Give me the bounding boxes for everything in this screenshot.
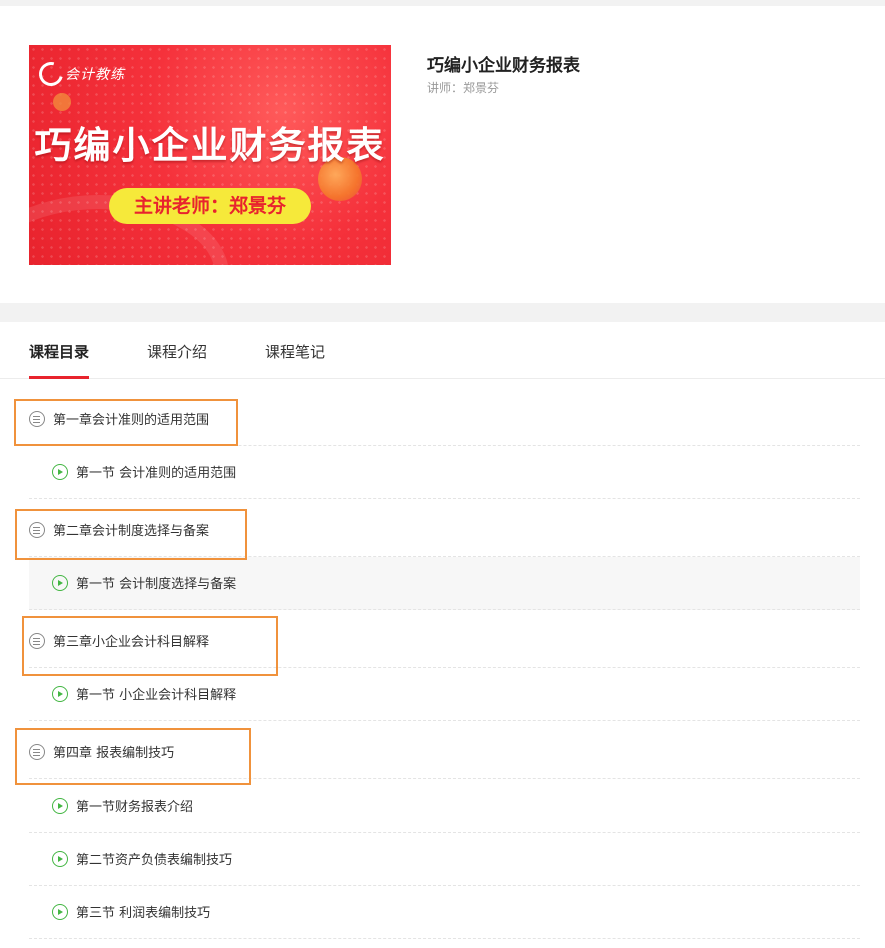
- course-tabs: 课程目录 课程介绍 课程笔记: [0, 322, 885, 379]
- tab-notes[interactable]: 课程笔记: [265, 341, 325, 362]
- play-circle-icon: [52, 798, 68, 814]
- lesson-label: 第一节 小企业会计科目解释: [76, 688, 237, 703]
- lesson-row[interactable]: 第一节 会计制度选择与备案: [29, 557, 860, 610]
- highlight-box: [14, 399, 238, 446]
- cover-title: 巧编小企业财务报表: [34, 124, 386, 167]
- lesson-label: 第一节 会计制度选择与备案: [76, 577, 237, 592]
- cover-logo-text: 会计教练: [65, 67, 125, 83]
- play-circle-icon: [52, 851, 68, 867]
- play-circle-icon: [52, 686, 68, 702]
- course-title: 巧编小企业财务报表: [427, 56, 580, 76]
- lesson-row[interactable]: 第三节 利润表编制技巧: [29, 886, 860, 939]
- course-header: 会计教练 巧编小企业财务报表 主讲老师：郑景芬 巧编小企业财务报表 讲师：郑景芬: [0, 6, 885, 303]
- course-cover-image[interactable]: 会计教练 巧编小企业财务报表 主讲老师：郑景芬: [29, 45, 391, 265]
- lesson-row[interactable]: 第二节资产负债表编制技巧: [29, 833, 860, 886]
- course-teacher: 讲师：郑景芬: [427, 81, 500, 95]
- section-divider: [0, 303, 885, 322]
- cover-teacher-pill: 主讲老师：郑景芬: [109, 188, 311, 224]
- active-tab-underline: [29, 376, 89, 379]
- lesson-label: 第一节 会计准则的适用范围: [76, 466, 237, 481]
- logo-mark-icon: [34, 57, 68, 91]
- lesson-label: 第一节财务报表介绍: [76, 800, 194, 815]
- lesson-row[interactable]: 第一节 会计准则的适用范围: [29, 446, 860, 499]
- highlight-box: [15, 728, 251, 785]
- highlight-box: [22, 616, 278, 676]
- tab-catalog[interactable]: 课程目录: [29, 341, 89, 362]
- play-circle-icon: [52, 575, 68, 591]
- lesson-label: 第二节资产负债表编制技巧: [76, 853, 233, 868]
- cover-dot-decoration: [53, 93, 71, 111]
- play-circle-icon: [52, 464, 68, 480]
- cover-logo: 会计教练: [34, 57, 125, 91]
- lesson-label: 第三节 利润表编制技巧: [76, 906, 211, 921]
- play-circle-icon: [52, 904, 68, 920]
- tab-introduction[interactable]: 课程介绍: [147, 341, 207, 362]
- lesson-row[interactable]: 第一节财务报表介绍: [29, 780, 860, 833]
- highlight-box: [15, 509, 247, 560]
